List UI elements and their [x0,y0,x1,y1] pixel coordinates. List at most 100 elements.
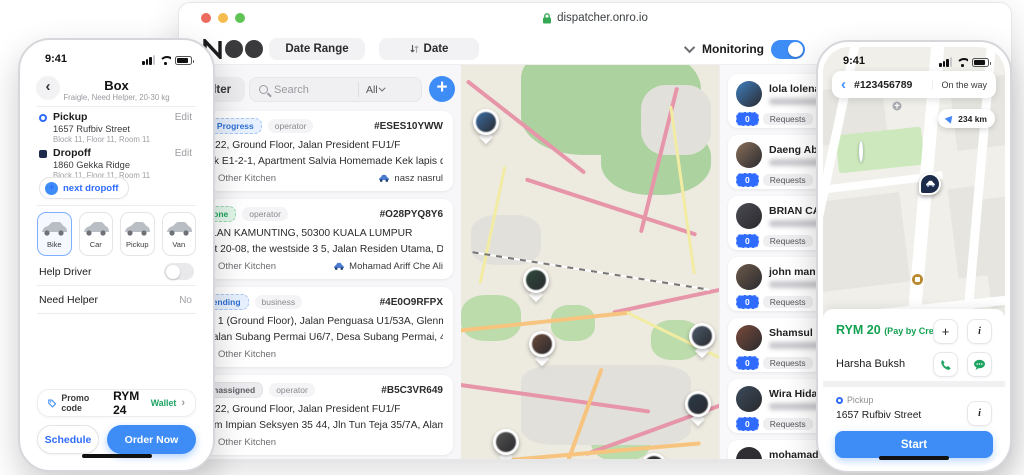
driver-map-pin[interactable] [529,331,555,367]
customer-phone: 9:41 ‹ Box Fraigle, Need Helper, 20-30 k… [18,38,215,472]
lock-icon [543,12,552,23]
close-window-button[interactable] [201,13,211,23]
order-dropoff-address: Blok E1-2-1, Apartment Salvia Homemade K… [199,156,443,168]
vehicle-selector: Bike Car Pickup Van [37,212,196,256]
chevron-right-icon[interactable]: › [181,397,185,409]
order-id: #ESES10YWW [374,120,443,132]
add-order-button[interactable]: + [429,76,455,102]
driver-avatar [736,81,762,107]
trip-bottom-sheet: RYM 20 (Pay by Credit) + i Harsha Buksh … [823,309,1005,466]
toolbar-circle-icon-1[interactable] [225,40,243,58]
cell-signal-icon [939,57,952,67]
coffee-poi-pin [911,273,925,291]
plus-icon: + [45,181,58,195]
driver-map-pin[interactable] [689,323,715,359]
address-bar-url[interactable]: dispatcher.onro.io [557,12,648,24]
vehicle-option[interactable]: Pickup [120,212,155,256]
vehicle-icon [42,221,68,236]
driver-avatar [532,334,552,354]
home-indicator[interactable] [81,454,152,458]
vehicle-option[interactable]: Bike [37,212,72,256]
order-role-badge: operator [267,119,314,133]
wallet-link[interactable]: Wallet [151,398,177,408]
order-card[interactable]: Unassigned operator #B5C3VR649 No 22, Gr… [189,375,453,455]
order-pickup-address: No 22, Ground Floor, Jalan President FU1… [199,403,401,415]
zoom-window-button[interactable] [235,13,245,23]
map-park [835,126,925,174]
minimize-window-button[interactable] [218,13,228,23]
date-sort-button[interactable]: Date [379,38,479,60]
toolbar-circle-icon-2[interactable] [245,40,263,58]
back-button[interactable]: ‹ [841,76,846,93]
home-indicator[interactable] [879,456,949,460]
driver-map-pin[interactable] [523,267,549,303]
order-now-button[interactable]: Order Now [107,425,196,454]
driver-avatar [736,447,762,459]
dispatch-map[interactable]: › [461,65,719,459]
order-id: #B5C3VR649 [381,384,443,396]
driver-requests-label: Requests [762,418,813,430]
driver-map-pin[interactable] [473,109,499,145]
sort-icon [409,45,419,53]
vehicle-option[interactable]: Car [78,212,113,256]
search-icon [259,85,268,94]
driver-map-pin[interactable] [641,453,667,459]
pickup-section-label: Pickup [836,395,873,405]
vehicle-label: Pickup [125,239,149,249]
order-card[interactable]: Pending business #4E0O9RFPX No. 1 (Groun… [189,287,453,367]
distance-badge[interactable]: 234 km [938,109,995,128]
order-role-badge: operator [242,207,288,221]
vehicle-label: Car [89,239,102,249]
date-range-button[interactable]: Date Range [269,38,365,60]
driver-avatar [476,112,496,132]
call-button[interactable] [933,352,958,377]
order-card[interactable]: In Progress operator #ESES10YWW No 22, G… [189,111,453,191]
driver-request-count: 0 [736,417,759,431]
help-driver-toggle[interactable] [164,263,194,280]
wifi-icon [956,58,968,67]
tracking-map[interactable]: ‹ #123456789 On the way 234 km [823,47,1005,315]
add-fare-button[interactable]: + [933,319,958,344]
schedule-button[interactable]: Schedule [37,425,99,454]
monitoring-toggle[interactable] [771,39,805,59]
order-driver: Mohamad Ariff Che Ali [333,261,443,272]
tracking-status: On the way [932,79,987,90]
order-pickup-address: No. 1 (Ground Floor), Jalan Penguasa U1/… [199,315,443,327]
vehicle-option[interactable]: Van [161,212,196,256]
order-dropoff-address: 9 Jalan Subang Permai U6/7, Desa Subang … [199,332,443,344]
order-pickup-address: JALAN KAMUNTING, 50300 KUALA LUMPUR [199,227,413,239]
tracking-header: ‹ #123456789 On the way [832,71,996,98]
driver-map-pin[interactable] [685,391,711,427]
promo-code-row[interactable]: Promo code RYM 24 Wallet › [37,389,196,417]
search-input[interactable] [274,83,358,96]
chat-button[interactable] [967,352,992,377]
search-scope-select[interactable]: All [358,82,393,97]
chevron-down-icon[interactable] [683,41,696,54]
pickup-edit-button[interactable]: Edit [175,112,192,123]
driver-request-count: 0 [736,295,759,309]
dropoff-edit-button[interactable]: Edit [175,148,192,159]
order-list: In Progress operator #ESES10YWW No 22, G… [189,111,453,459]
order-role-badge: business [254,295,303,309]
driver-map-pin[interactable] [493,429,519,459]
chat-icon [974,359,985,370]
driver-avatar [688,394,708,414]
promo-code-value: RYM 24 [113,389,140,417]
fare-info-button[interactable]: i [967,319,992,344]
driver-requests-label: Requests [762,357,813,369]
need-helper-value[interactable]: No [179,295,192,306]
start-button[interactable]: Start [835,431,993,458]
order-card[interactable]: Done operator #O28PYQ8Y6 JALAN KAMUNTING… [189,199,453,279]
driver-avatar [736,386,762,412]
driver-avatar [736,264,762,290]
next-dropoff-button[interactable]: + next dropoff [39,177,130,199]
order-search[interactable]: All [249,77,422,102]
vehicle-icon [83,221,109,236]
vehicle-location-marker [919,173,941,195]
map-block [823,191,911,293]
tracking-order-id: #123456789 [854,78,913,91]
pickup-info-button[interactable]: i [967,401,992,426]
cell-signal-icon [142,55,155,65]
window-controls[interactable] [201,13,245,23]
battery-icon [972,58,991,67]
